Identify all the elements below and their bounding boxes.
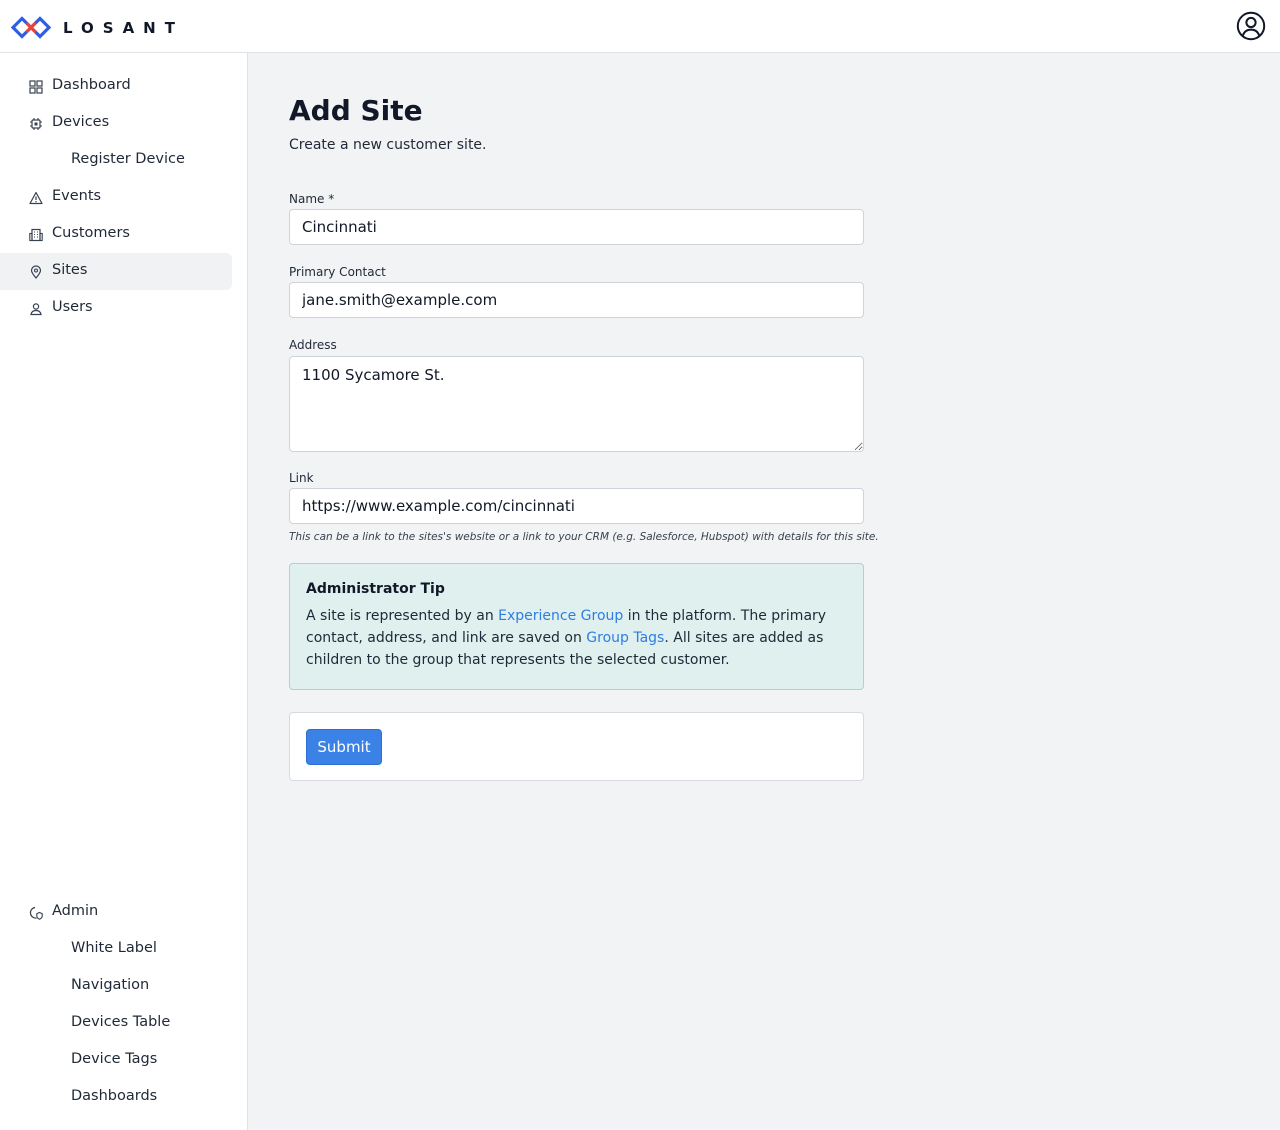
sidebar-item-label: Dashboards [71, 1088, 158, 1104]
losant-diamond-logo-icon [11, 16, 51, 39]
sidebar-item-label: Users [52, 299, 93, 315]
top-bar: LOSANT [0, 0, 1280, 53]
sidebar-item-label: Devices Table [71, 1014, 171, 1030]
sidebar-item-events[interactable]: Events [0, 179, 232, 216]
form-actions: Submit [289, 712, 864, 781]
warning-triangle-icon [29, 191, 43, 205]
map-pin-icon [30, 265, 42, 279]
sidebar-item-label: Navigation [71, 977, 150, 993]
page-subtitle: Create a new customer site. [289, 137, 487, 153]
sidebar-item-label: White Label [71, 940, 157, 956]
address-field[interactable]: 1100 Sycamore St. [289, 356, 864, 452]
tip-body: A site is represented by an Experience G… [306, 605, 847, 671]
sidebar-item-navigation[interactable]: Navigation [0, 968, 232, 1005]
tip-text: A site is represented by an [306, 608, 499, 624]
building-icon [29, 228, 43, 242]
address-label: Address [289, 338, 337, 352]
link-help-text: This can be a link to the sites's websit… [289, 531, 879, 543]
name-field[interactable] [289, 209, 864, 245]
sidebar-item-label: Admin [52, 903, 99, 919]
primary-contact-label: Primary Contact [289, 265, 386, 279]
group-tags-link[interactable]: Group Tags [586, 630, 664, 646]
sidebar: Dashboard Devices Register Device Events… [0, 53, 248, 1130]
sidebar-item-admin[interactable]: Admin [0, 894, 232, 931]
sidebar-item-label: Dashboard [52, 77, 131, 93]
sidebar-item-register-device[interactable]: Register Device [0, 142, 232, 179]
sidebar-item-label: Sites [52, 262, 88, 278]
user-icon [30, 303, 42, 316]
sidebar-item-sites[interactable]: Sites [0, 253, 232, 290]
sidebar-item-device-tags[interactable]: Device Tags [0, 1042, 232, 1079]
account-button[interactable] [1236, 11, 1266, 41]
link-field[interactable] [289, 488, 864, 524]
dashboard-grid-icon [29, 80, 43, 94]
primary-contact-field[interactable] [289, 282, 864, 318]
sidebar-item-devices[interactable]: Devices [0, 105, 232, 142]
tip-title: Administrator Tip [306, 581, 445, 597]
sidebar-item-dashboards[interactable]: Dashboards [0, 1079, 232, 1116]
submit-button[interactable]: Submit [306, 729, 382, 765]
sidebar-item-dashboard[interactable]: Dashboard [0, 68, 232, 105]
sidebar-item-label: Events [52, 188, 102, 204]
sidebar-item-customers[interactable]: Customers [0, 216, 232, 253]
user-circle-icon [1236, 11, 1266, 41]
page-title: Add Site [289, 94, 423, 127]
experience-group-link[interactable]: Experience Group [498, 608, 623, 624]
name-field-label: Name * [289, 192, 335, 206]
losant-logo[interactable]: LOSANT [11, 14, 184, 41]
cpu-chip-icon [30, 118, 42, 130]
sidebar-item-white-label[interactable]: White Label [0, 931, 232, 968]
administrator-tip: Administrator Tip A site is represented … [289, 563, 864, 690]
sidebar-item-users[interactable]: Users [0, 290, 232, 327]
sidebar-item-devices-table[interactable]: Devices Table [0, 1005, 232, 1042]
link-label: Link [289, 471, 314, 485]
logo-wordmark: LOSANT [63, 18, 184, 37]
sidebar-item-label: Device Tags [71, 1051, 158, 1067]
admin-shield-icon [29, 906, 43, 920]
sidebar-item-label: Register Device [71, 151, 185, 167]
sidebar-item-label: Devices [52, 114, 110, 130]
sidebar-item-label: Customers [52, 225, 130, 241]
